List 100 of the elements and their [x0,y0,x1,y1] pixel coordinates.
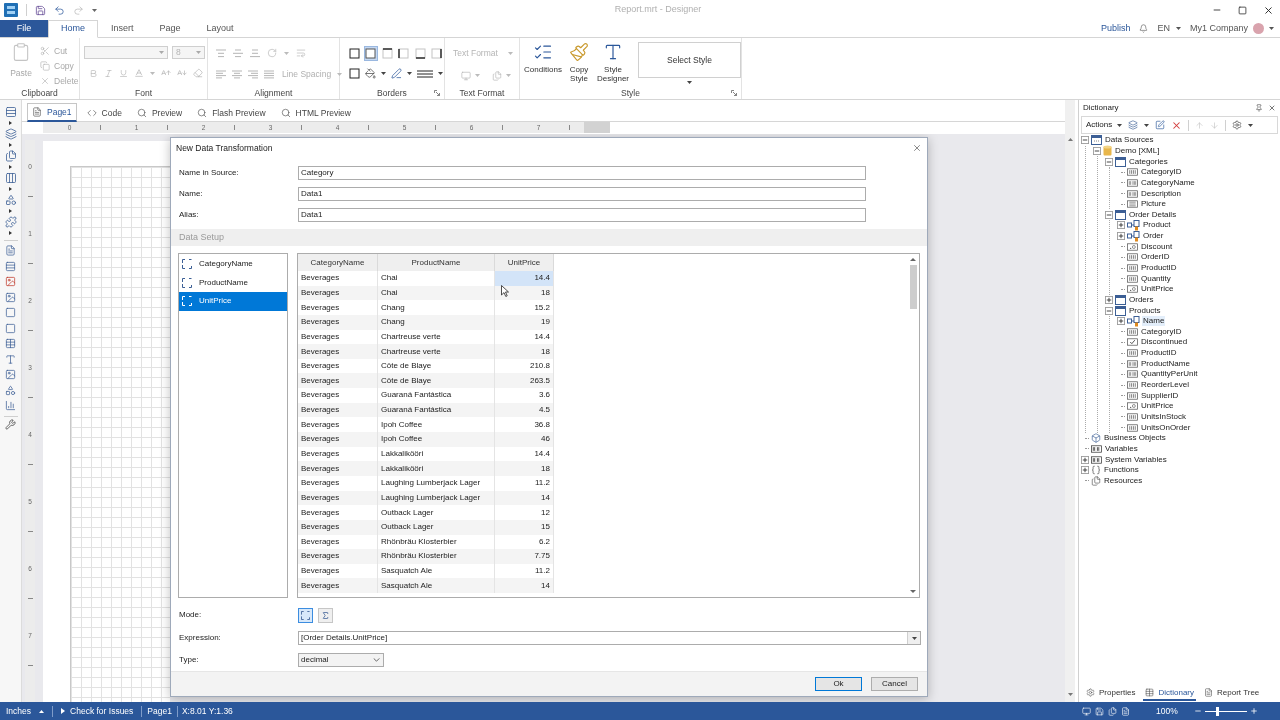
account-menu[interactable]: My1 Company [1189,21,1274,36]
style-button[interactable]: Conditions [522,42,564,74]
expand-icon[interactable] [1081,466,1089,475]
layers-icon[interactable] [1128,120,1139,130]
dialog-button[interactable]: Ok [815,677,862,691]
edit-icon[interactable] [1155,120,1166,130]
font-name-field[interactable] [84,46,168,59]
document-tab[interactable]: Page1 [27,103,77,122]
tree-item[interactable]: Discontinued [1140,337,1189,348]
grow-font-icon[interactable] [161,68,171,78]
check-issues-button[interactable]: Check for Issues [53,704,142,718]
tree-item[interactable]: Data Sources [1104,135,1155,146]
document-icon[interactable] [5,245,16,257]
tree-item[interactable]: QuantityPerUnit [1140,369,1199,380]
tree-item[interactable]: Products [1128,305,1162,316]
pin-icon[interactable] [1255,104,1263,112]
close-icon[interactable] [1263,4,1274,16]
tree-item[interactable]: Name [1142,316,1166,327]
bold-icon[interactable] [89,68,98,78]
style-button[interactable]: Style Designer [594,42,632,83]
expression-field[interactable]: [Order Details.UnitPrice] [298,631,921,645]
tree-item[interactable]: CategoryID [1140,167,1183,178]
tree-item[interactable]: CategoryID [1140,326,1183,337]
border-button[interactable] [396,46,411,61]
border-button[interactable] [380,46,395,61]
tree-item[interactable]: Business Objects [1103,433,1167,444]
dropdown-button[interactable] [907,632,920,644]
tree-item[interactable]: Quantity [1140,273,1172,284]
align-left-icon[interactable] [216,69,226,79]
style-button[interactable]: Copy Style [564,42,594,83]
border-button[interactable] [429,46,444,61]
paint-bucket-icon[interactable] [365,68,376,79]
document-tab[interactable]: Flash Preview [192,103,271,122]
panel-tab[interactable]: Properties [1084,686,1138,701]
layers-icon[interactable] [4,128,17,140]
launcher-icon[interactable] [731,90,737,97]
ribbon-tab[interactable]: Layout [193,20,247,38]
mode-button[interactable] [318,607,333,623]
language-menu[interactable]: EN [1157,21,1181,36]
expand-icon[interactable] [1081,455,1089,464]
expand-icon[interactable] [1117,221,1125,230]
document-tab[interactable]: HTML Preview [275,103,356,122]
wrench-icon[interactable] [5,418,16,430]
tree-item[interactable]: Variables [1104,443,1139,454]
tree-item[interactable]: UnitsInStock [1140,411,1187,422]
column-list-item[interactable]: ProductName [179,273,287,292]
tree-item[interactable]: Orders [1128,294,1155,305]
zoom-out-icon[interactable] [1194,707,1202,715]
text-icon[interactable] [5,353,16,365]
units-menu[interactable]: Inches [0,704,53,718]
image-icon[interactable] [5,276,16,288]
text-field[interactable]: Data1 [298,187,866,201]
ribbon-tab[interactable]: Home [48,20,98,38]
shrink-font-icon[interactable] [177,68,187,78]
expand-icon[interactable] [1117,232,1125,241]
rows-icon[interactable] [5,260,16,272]
collapse-icon[interactable] [1081,136,1089,145]
align-top-icon[interactable] [216,48,226,58]
table-icon[interactable] [5,338,16,350]
tree-item[interactable]: Picture [1140,199,1167,210]
tree-item[interactable]: ProductID [1140,348,1178,359]
align-right-icon[interactable] [248,69,258,79]
tree-item[interactable]: Functions [1103,465,1140,476]
tree-item[interactable]: UnitsOnOrder [1140,422,1192,433]
collapse-icon[interactable] [1105,210,1113,219]
shapes-icon[interactable] [4,194,17,206]
delete-icon[interactable] [1171,119,1183,131]
square-icon[interactable] [5,307,16,319]
bell-icon[interactable] [1139,24,1149,33]
save-icon[interactable] [35,4,46,16]
undo-icon[interactable] [54,4,65,16]
collapse-icon[interactable] [1105,306,1113,315]
border-button[interactable] [413,46,428,61]
launcher-icon[interactable] [434,90,440,97]
image-icon[interactable] [5,369,16,381]
settings-icon[interactable] [1232,120,1243,130]
tree-item[interactable]: ProductID [1140,263,1178,273]
select-style-box[interactable]: Select Style [638,42,741,78]
tree-item[interactable]: Demo [XML] [1114,145,1161,156]
collapse-icon[interactable] [1105,157,1113,166]
maximize-icon[interactable] [1238,5,1247,15]
scrollbar-thumb[interactable] [909,265,917,309]
tree-item[interactable]: SupplierID [1140,390,1180,401]
column-list-item[interactable]: CategoryName [179,255,287,274]
puzzle-icon[interactable] [4,216,17,228]
border-button[interactable] [347,46,362,61]
pen-icon[interactable] [391,68,402,79]
font-color-icon[interactable] [134,68,144,78]
tree-item[interactable]: ReorderLevel [1140,380,1191,391]
pages-icon[interactable] [4,150,17,162]
slider-thumb[interactable] [1216,706,1220,716]
bar-chart-icon[interactable] [5,400,16,412]
square-icon[interactable] [5,322,16,334]
tree-item[interactable]: Description [1140,188,1182,199]
mode-button[interactable] [298,607,313,623]
zoom-in-icon[interactable] [1250,707,1258,715]
ribbon-tab[interactable]: Insert [98,20,147,38]
tree-item[interactable]: Order [1142,231,1165,242]
column-list-item[interactable]: UnitPrice [179,292,287,311]
document-tab[interactable]: Code [81,103,127,122]
